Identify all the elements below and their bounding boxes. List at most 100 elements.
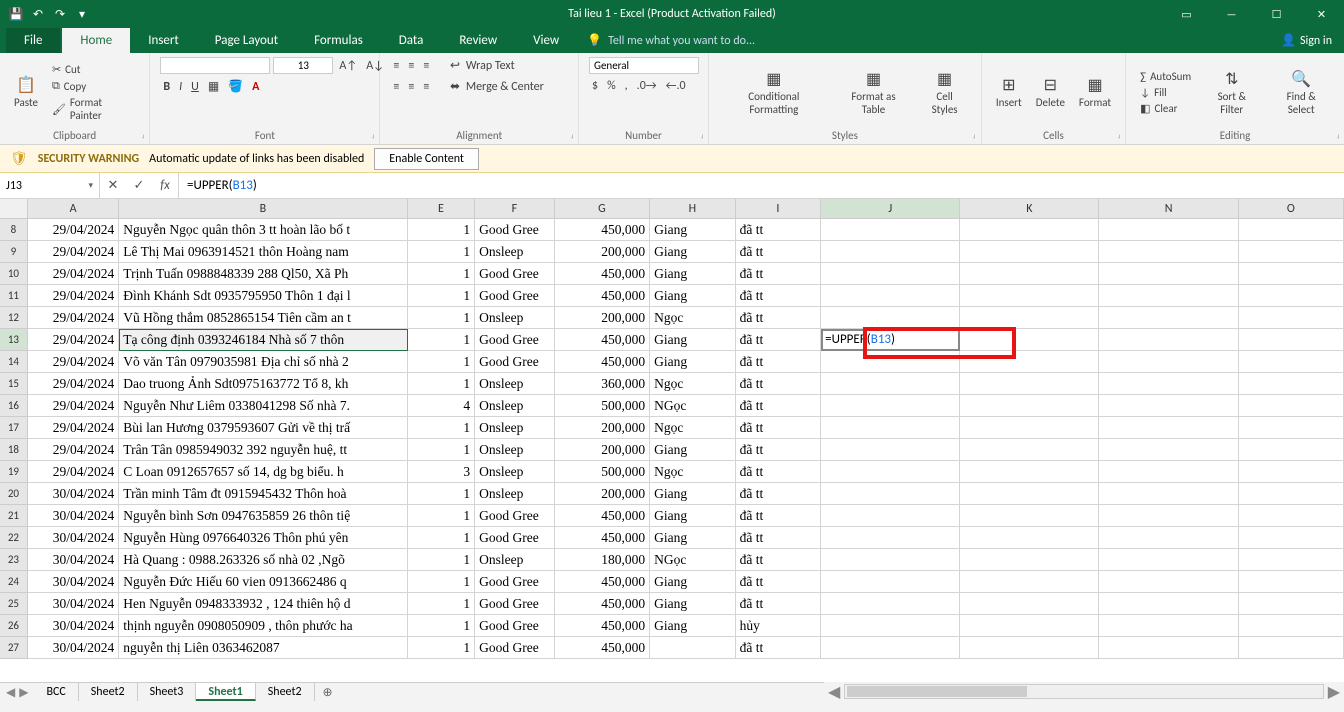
cell[interactable]: Giang xyxy=(650,571,736,593)
cell[interactable]: nguyễn thị Liên 0363462087 xyxy=(119,637,407,659)
cell[interactable] xyxy=(821,615,960,637)
cell[interactable]: 450,000 xyxy=(555,527,650,549)
cell[interactable]: đã tt xyxy=(736,483,822,505)
cell[interactable]: Good Gree xyxy=(475,571,555,593)
cell[interactable]: Onsleep xyxy=(475,483,555,505)
cell[interactable] xyxy=(1099,505,1238,527)
cell[interactable]: 29/04/2024 xyxy=(28,439,119,461)
row-header[interactable]: 16 xyxy=(0,395,28,417)
autosum-button[interactable]: ∑AutoSum xyxy=(1136,69,1195,84)
underline-button[interactable]: U xyxy=(188,79,202,95)
cell[interactable] xyxy=(1239,461,1344,483)
row-header[interactable]: 20 xyxy=(0,483,28,505)
cell[interactable]: 29/04/2024 xyxy=(28,307,119,329)
wrap-text-button[interactable]: ↩ Wrap Text xyxy=(447,57,521,74)
cell[interactable] xyxy=(1099,241,1238,263)
cell[interactable] xyxy=(821,527,960,549)
cell[interactable]: đã tt xyxy=(736,637,822,659)
sheet-tab-sheet2[interactable]: Sheet2 xyxy=(79,683,138,701)
cell[interactable] xyxy=(1239,373,1344,395)
cell[interactable] xyxy=(960,439,1099,461)
col-header-J[interactable]: J xyxy=(821,199,960,218)
cell[interactable]: 1 xyxy=(408,505,476,527)
cell[interactable]: đã tt xyxy=(736,329,822,351)
cell[interactable]: Giang xyxy=(650,615,736,637)
cell[interactable]: 1 xyxy=(408,527,476,549)
cell[interactable]: 200,000 xyxy=(555,307,650,329)
cell[interactable]: đã tt xyxy=(736,373,822,395)
cell[interactable] xyxy=(1239,263,1344,285)
enable-content-button[interactable]: Enable Content xyxy=(374,148,479,170)
cell[interactable]: Onsleep xyxy=(475,395,555,417)
cell[interactable]: 29/04/2024 xyxy=(28,351,119,373)
align-right-icon[interactable]: ≡ xyxy=(420,79,432,95)
cell[interactable] xyxy=(960,219,1099,241)
cell[interactable]: Giang xyxy=(650,285,736,307)
delete-cells-button[interactable]: ⊟Delete xyxy=(1032,73,1069,111)
cell[interactable] xyxy=(821,241,960,263)
cell[interactable]: đã tt xyxy=(736,461,822,483)
cell[interactable]: 30/04/2024 xyxy=(28,593,119,615)
cell[interactable]: Giang xyxy=(650,483,736,505)
number-format-select[interactable] xyxy=(589,57,699,74)
cell[interactable]: Giang xyxy=(650,329,736,351)
cell[interactable]: 29/04/2024 xyxy=(28,395,119,417)
cell[interactable] xyxy=(1099,351,1238,373)
row-header[interactable]: 11 xyxy=(0,285,28,307)
cell[interactable] xyxy=(1099,395,1238,417)
cell[interactable] xyxy=(1099,637,1238,659)
fx-icon[interactable]: fx xyxy=(152,173,178,198)
cell[interactable] xyxy=(960,483,1099,505)
cell[interactable] xyxy=(821,351,960,373)
cell[interactable]: Onsleep xyxy=(475,307,555,329)
cell[interactable]: Hà Quang : 0988.263326 số nhà 02 ,Ngõ xyxy=(119,549,407,571)
cell[interactable]: 200,000 xyxy=(555,417,650,439)
cell[interactable]: Nguyễn Ngọc quân thôn 3 tt hoàn lão bố t xyxy=(119,219,407,241)
cell[interactable] xyxy=(821,571,960,593)
cell[interactable] xyxy=(1239,593,1344,615)
cell[interactable]: Giang xyxy=(650,263,736,285)
cell[interactable]: Dao truong Ảnh Sdt0975163772 Tổ 8, kh xyxy=(119,373,407,395)
tab-review[interactable]: Review xyxy=(441,28,515,53)
cell[interactable]: NGọc xyxy=(650,395,736,417)
bold-button[interactable]: B xyxy=(160,79,173,95)
cell[interactable] xyxy=(960,637,1099,659)
minimize-icon[interactable]: — xyxy=(1209,0,1254,28)
paste-button[interactable]: 📋Paste xyxy=(10,73,42,111)
format-as-table-button[interactable]: ▦Format as Table xyxy=(835,67,913,117)
conditional-formatting-button[interactable]: ▦Conditional Formatting xyxy=(719,67,829,117)
cell[interactable] xyxy=(1099,373,1238,395)
qat-more-icon[interactable]: ▾ xyxy=(74,6,90,22)
cell[interactable]: 450,000 xyxy=(555,637,650,659)
cell[interactable]: 200,000 xyxy=(555,439,650,461)
cell[interactable]: đã tt xyxy=(736,219,822,241)
cell[interactable] xyxy=(821,439,960,461)
cell[interactable]: 1 xyxy=(408,373,476,395)
cell[interactable]: 3 xyxy=(408,461,476,483)
col-header-G[interactable]: G xyxy=(555,199,650,218)
cell[interactable]: 200,000 xyxy=(555,483,650,505)
cell[interactable] xyxy=(1099,285,1238,307)
cell[interactable]: Ngọc xyxy=(650,373,736,395)
italic-button[interactable]: I xyxy=(176,79,185,95)
copy-button[interactable]: ⧉Copy xyxy=(48,78,139,94)
cell[interactable]: Good Gree xyxy=(475,351,555,373)
cell[interactable] xyxy=(960,527,1099,549)
tab-home[interactable]: Home xyxy=(62,28,130,53)
cell[interactable]: Giang xyxy=(650,527,736,549)
tab-data[interactable]: Data xyxy=(381,28,442,53)
ribbon-options-icon[interactable]: ▭ xyxy=(1164,0,1209,28)
cell[interactable] xyxy=(960,307,1099,329)
cell[interactable]: 1 xyxy=(408,329,476,351)
format-painter-button[interactable]: 🖌Format Painter xyxy=(48,95,139,123)
col-header-I[interactable]: I xyxy=(736,199,822,218)
cell[interactable]: Giang xyxy=(650,219,736,241)
cell[interactable]: 1 xyxy=(408,263,476,285)
cell[interactable]: Nguyễn Hùng 0976640326 Thôn phú yên xyxy=(119,527,407,549)
row-header[interactable]: 22 xyxy=(0,527,28,549)
cell[interactable]: Onsleep xyxy=(475,373,555,395)
row-header[interactable]: 10 xyxy=(0,263,28,285)
cell[interactable]: Ngọc xyxy=(650,307,736,329)
col-header-O[interactable]: O xyxy=(1239,199,1344,218)
cell[interactable]: Giang xyxy=(650,593,736,615)
